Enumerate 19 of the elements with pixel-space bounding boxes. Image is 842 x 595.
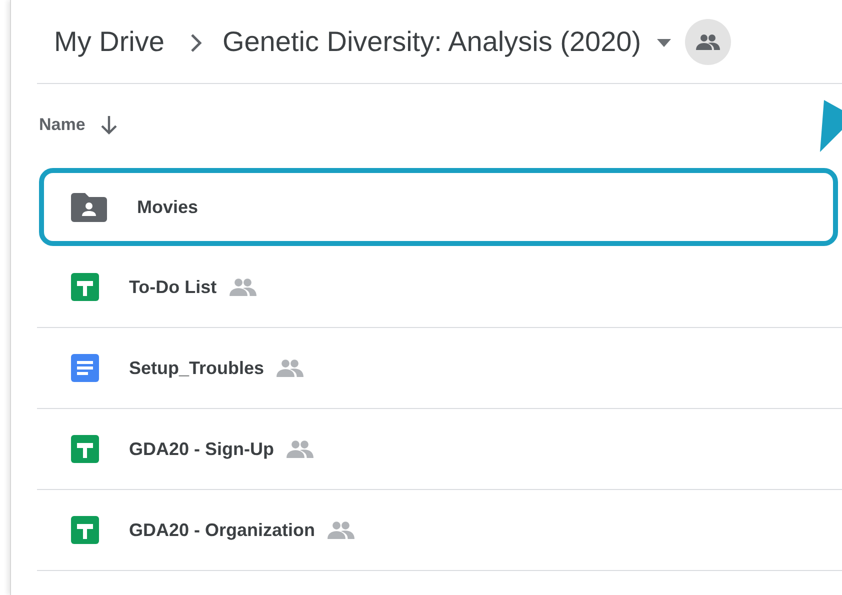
- dropdown-caret-icon[interactable]: [657, 39, 672, 48]
- current-folder-title[interactable]: Genetic Diversity: Analysis (2020): [222, 20, 642, 62]
- file-row[interactable]: To-Do List: [37, 247, 842, 328]
- file-row[interactable]: GDA20 - Organization: [37, 490, 842, 571]
- people-icon: [696, 34, 720, 50]
- shared-folder-icon: [71, 192, 107, 222]
- pointer-arrow: [820, 100, 842, 152]
- spreadsheet-icon: [71, 516, 99, 544]
- breadcrumb-link[interactable]: My Drive: [54, 20, 164, 62]
- spreadsheet-icon: [71, 273, 99, 301]
- file-row[interactable]: Setup_Troubles: [37, 328, 842, 409]
- spreadsheet-icon: [71, 435, 99, 463]
- file-row[interactable]: GDA20 - Sign-Up: [37, 409, 842, 490]
- name-column-header[interactable]: Name: [39, 112, 86, 138]
- file-row[interactable]: Movies: [39, 168, 838, 246]
- shared-people-button[interactable]: [685, 18, 732, 64]
- chevron-right-icon: [190, 33, 202, 54]
- sort-down-arrow-icon[interactable]: [101, 115, 118, 135]
- document-icon: [71, 354, 99, 382]
